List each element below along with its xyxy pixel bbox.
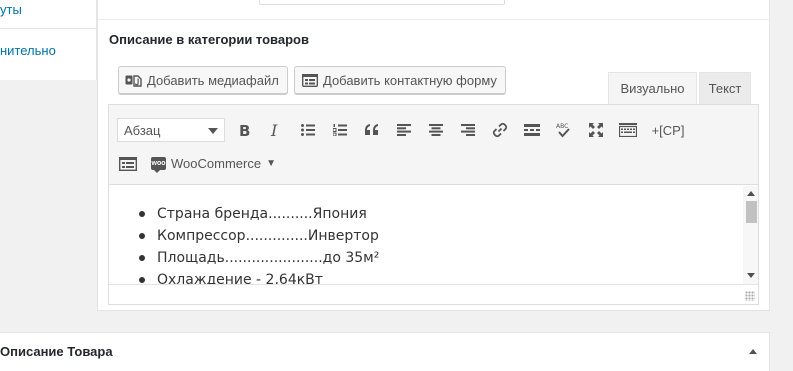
align-center-icon — [429, 124, 443, 136]
scroll-up-icon[interactable] — [747, 191, 755, 196]
form-icon — [119, 157, 137, 171]
sidebar-item-additional-link[interactable]: нительно — [0, 43, 56, 58]
align-left-icon — [397, 124, 411, 136]
woocommerce-label: WooCommerce — [171, 155, 262, 171]
bullet-list: Страна бренда..........Япония Компрессор… — [109, 186, 743, 284]
align-right-button[interactable] — [455, 117, 481, 143]
rich-text-editor: Абзац B I ABC +[CP] woo WooCommerce ▼ Ст… — [108, 104, 759, 305]
editor-toolbar: Абзац B I ABC +[CP] woo WooCommerce ▼ — [109, 105, 758, 185]
bold-icon: B — [238, 123, 250, 137]
add-contact-form-button[interactable]: Добавить контактную форму — [294, 66, 506, 94]
scrollbar-thumb[interactable] — [746, 201, 757, 223]
section-title: Описание в категории товаров — [109, 32, 309, 47]
list-item: Компрессор..............Инвертор — [139, 225, 743, 247]
align-right-icon — [461, 124, 475, 136]
svg-text:B: B — [239, 123, 250, 137]
read-more-button[interactable] — [519, 117, 545, 143]
chevron-down-icon — [208, 128, 218, 134]
blockquote-button[interactable] — [359, 117, 385, 143]
read-more-icon — [524, 124, 540, 136]
list-item: Площадь......................до 35м² — [139, 247, 743, 269]
editor-content[interactable]: Страна бренда..........Япония Компрессор… — [109, 186, 743, 284]
bold-button[interactable]: B — [231, 117, 257, 143]
add-contact-form-label: Добавить контактную форму — [323, 72, 497, 88]
tab-text[interactable]: Текст — [699, 72, 751, 104]
fullscreen-icon — [589, 123, 603, 137]
link-button[interactable] — [487, 117, 513, 143]
panel-divider — [98, 19, 769, 20]
shortcode-label: +[CP] — [651, 122, 685, 138]
form-button[interactable] — [115, 151, 141, 177]
shortcode-button[interactable]: +[CP] — [647, 117, 689, 143]
resize-handle-icon[interactable] — [745, 291, 755, 301]
add-media-button[interactable]: Добавить медиафайл — [118, 66, 288, 94]
list-item: Охлаждение - 2,64кВт — [139, 269, 743, 284]
svg-text:ABC: ABC — [556, 123, 568, 130]
editor-scrollbar[interactable] — [743, 186, 758, 284]
list-item: Страна бренда..........Япония — [139, 203, 743, 225]
fullscreen-button[interactable] — [583, 117, 609, 143]
spellcheck-button[interactable]: ABC — [551, 117, 577, 143]
woocommerce-icon: woo — [151, 156, 166, 173]
bullet-list-icon — [301, 124, 315, 136]
category-description-panel: Описание в категории товаров Добавить ме… — [97, 0, 770, 311]
woocommerce-dropdown[interactable]: woo WooCommerce ▼ — [151, 151, 276, 175]
caret-down-icon: ▼ — [266, 157, 276, 169]
format-select-value: Абзац — [124, 122, 161, 138]
sidebar-item-products-link[interactable]: уты — [0, 2, 22, 17]
italic-button[interactable]: I — [263, 117, 289, 143]
product-description-postbox: Описание Товара — [0, 332, 770, 371]
top-input-field[interactable] — [259, 0, 505, 5]
sidebar-divider — [0, 28, 97, 29]
toolbar-toggle-button[interactable] — [615, 117, 641, 143]
format-select[interactable]: Абзац — [117, 118, 225, 142]
numbered-list-icon — [333, 124, 347, 136]
scroll-down-icon[interactable] — [747, 273, 755, 278]
align-left-button[interactable] — [391, 117, 417, 143]
bullet-list-button[interactable] — [295, 117, 321, 143]
add-media-label: Добавить медиафайл — [147, 72, 279, 88]
link-icon — [492, 122, 508, 138]
spellcheck-icon: ABC — [556, 122, 572, 138]
contact-form-icon — [301, 73, 318, 88]
editor-statusbar — [109, 284, 758, 304]
svg-text:I: I — [270, 123, 278, 137]
postbox-title: Описание Товара — [0, 344, 113, 359]
admin-sidebar: уты нительно — [0, 0, 97, 80]
numbered-list-button[interactable] — [327, 117, 353, 143]
media-icon — [125, 73, 142, 88]
align-center-button[interactable] — [423, 117, 449, 143]
blockquote-icon — [364, 124, 380, 136]
keyboard-icon — [619, 123, 637, 137]
collapse-arrow-icon[interactable] — [749, 349, 757, 354]
tab-visual[interactable]: Визуально — [608, 72, 697, 104]
italic-icon: I — [270, 123, 282, 137]
